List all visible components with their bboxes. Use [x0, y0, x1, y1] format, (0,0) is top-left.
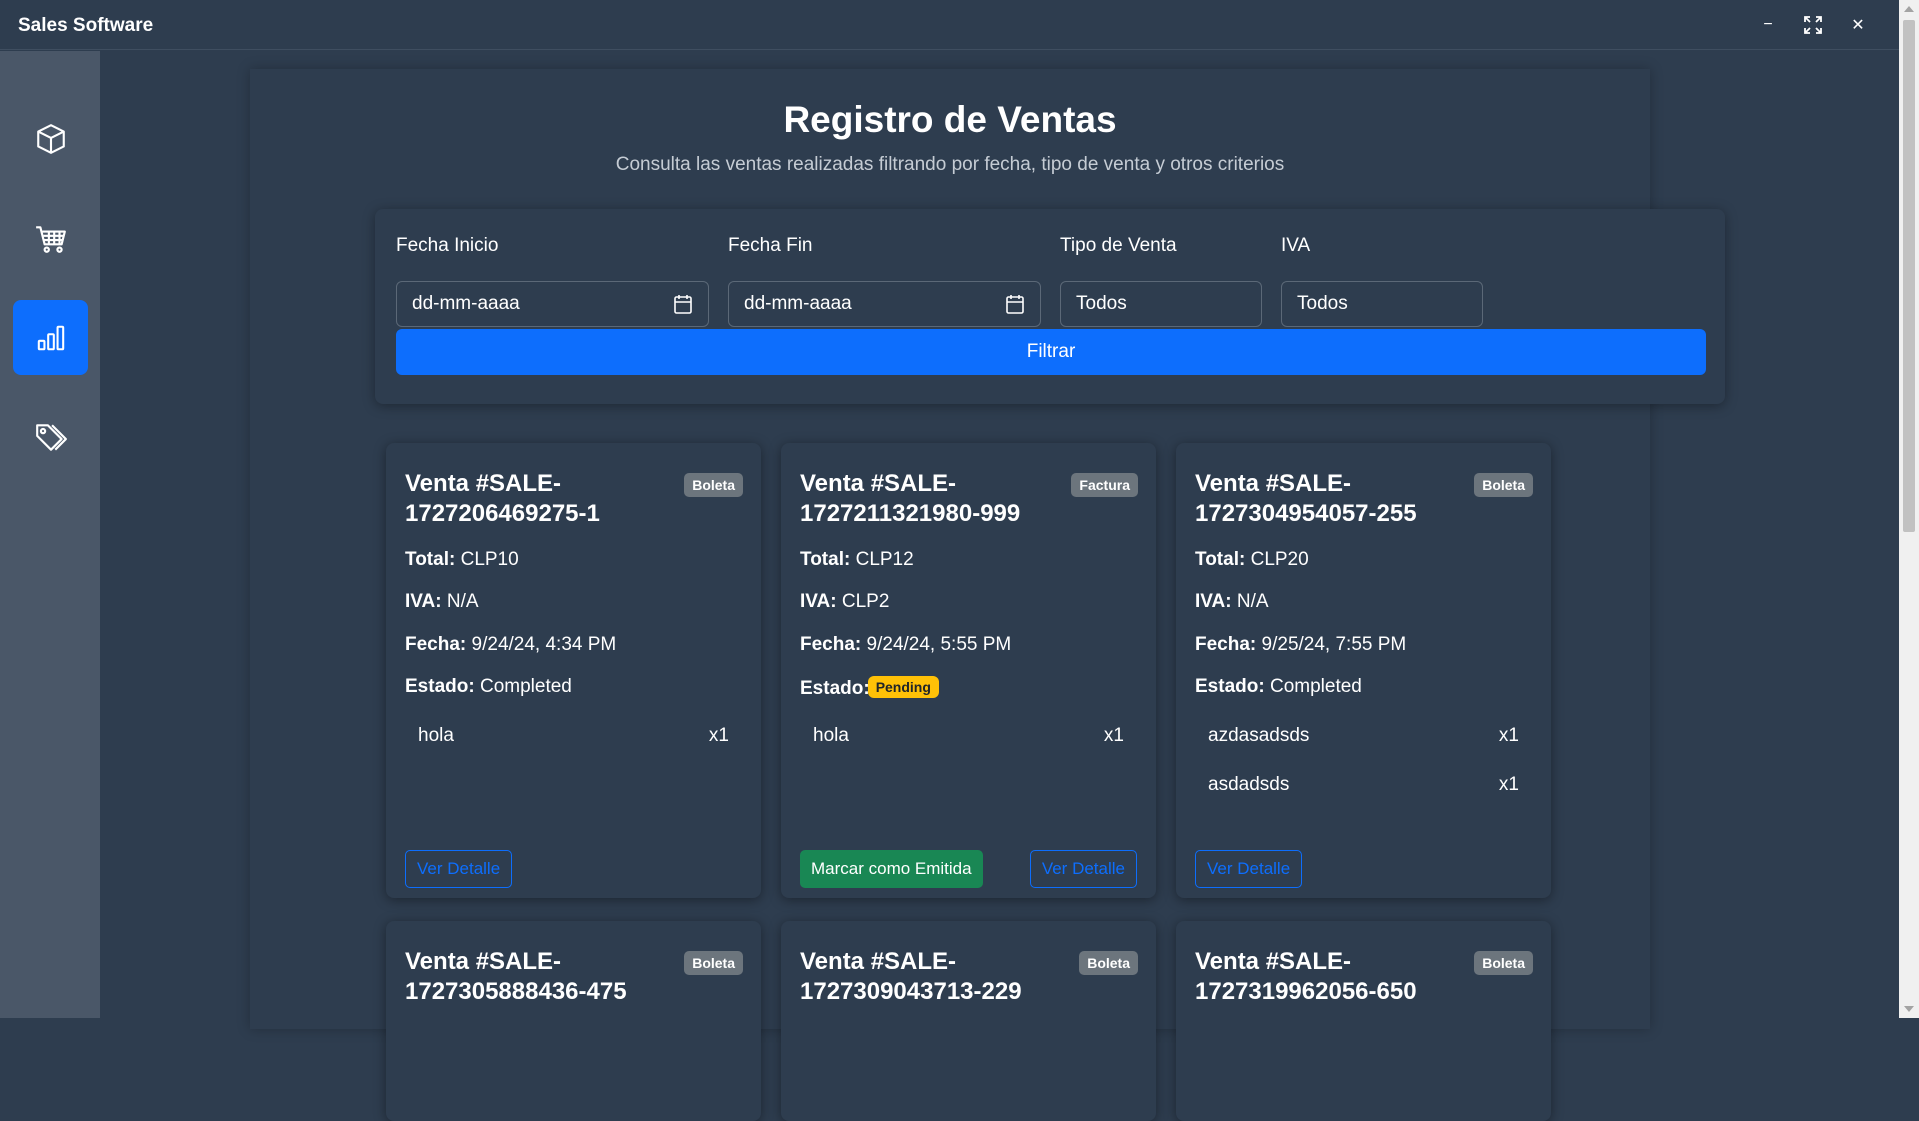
iva-select[interactable]: Todos — [1281, 281, 1483, 327]
iva-value: Todos — [1297, 293, 1348, 314]
item-qty: x1 — [708, 725, 729, 746]
sale-type-label: Tipo de Venta — [1060, 235, 1177, 256]
sale-type-badge: Factura — [1071, 473, 1138, 497]
sale-status: Estado: Completed — [1195, 676, 1362, 697]
sidebar-item-reports[interactable] — [13, 300, 88, 375]
sale-title: Venta #SALE-1727304954057-255 — [1195, 470, 1417, 527]
sale-date: Fecha: 9/24/24, 5:55 PM — [800, 634, 1012, 655]
page-title: Registro de Ventas — [783, 99, 1117, 140]
sale-card: Venta #SALE-1727319962056-650 Boleta — [1176, 921, 1551, 1121]
sale-title: Venta #SALE-1727319962056-650 — [1195, 948, 1417, 1005]
sale-status: Estado: Completed — [405, 676, 572, 697]
view-detail-button[interactable]: Ver Detalle — [1029, 850, 1137, 888]
list-item: hola x1 — [813, 725, 1124, 747]
page-subtitle: Consulta las ventas realizadas filtrando… — [615, 154, 1285, 175]
list-item: hola x1 — [418, 725, 729, 747]
calendar-icon[interactable] — [674, 294, 692, 314]
scroll-up-arrow[interactable] — [1904, 6, 1914, 12]
sale-card: Venta #SALE-1727206469275-1 Boleta Total… — [386, 443, 761, 898]
close-button[interactable]: ✕ — [1844, 12, 1872, 38]
filter-card: Fecha Inicio dd-mm-aaaa Fecha Fin dd-mm-… — [375, 209, 1725, 404]
sale-iva: IVA: N/A — [1195, 591, 1269, 612]
start-date-label: Fecha Inicio — [396, 235, 499, 256]
sale-type-badge: Boleta — [1474, 951, 1533, 975]
vertical-scrollbar[interactable] — [1899, 0, 1919, 1018]
sale-card: Venta #SALE-1727211321980-999 Factura To… — [781, 443, 1156, 898]
sale-type-badge: Boleta — [684, 951, 743, 975]
maximize-button[interactable] — [1799, 12, 1827, 38]
sale-type-select[interactable]: Todos — [1060, 281, 1262, 327]
sale-title: Venta #SALE-1727309043713-229 — [800, 948, 1022, 1005]
iva-label: IVA — [1281, 235, 1311, 256]
sale-date: Fecha: 9/25/24, 7:55 PM — [1195, 634, 1407, 655]
scroll-down-arrow[interactable] — [1904, 1006, 1914, 1012]
sales-panel: Registro de Ventas Consulta las ventas r… — [250, 69, 1725, 1121]
scroll-thumb[interactable] — [1903, 20, 1915, 532]
sidebar-item-tags[interactable] — [13, 400, 88, 475]
main-area: Registro de Ventas Consulta las ventas r… — [100, 51, 1899, 1121]
sidebar-item-products[interactable] — [13, 101, 88, 176]
sale-title: Venta #SALE-1727211321980-999 — [800, 470, 1021, 527]
sale-card: Venta #SALE-1727309043713-229 Boleta — [781, 921, 1156, 1121]
sidebar — [0, 51, 100, 1018]
cart-icon — [35, 225, 66, 253]
sale-date: Fecha: 9/24/24, 4:34 PM — [405, 634, 617, 655]
end-date-input[interactable]: dd-mm-aaaa — [728, 281, 1041, 327]
item-qty: x1 — [1103, 725, 1124, 746]
calendar-icon[interactable] — [1006, 294, 1024, 314]
item-name: hola — [813, 725, 849, 746]
end-date-value: dd-mm-aaaa — [744, 293, 852, 314]
start-date-value: dd-mm-aaaa — [412, 293, 520, 314]
view-detail-button[interactable]: Ver Detalle — [405, 850, 513, 888]
sale-total: Total: CLP12 — [800, 549, 914, 570]
app-title: Sales Software — [18, 15, 154, 36]
tags-icon — [35, 423, 67, 451]
box-icon — [36, 123, 65, 154]
sale-iva: IVA: CLP2 — [800, 591, 890, 612]
sale-card: Venta #SALE-1727305888436-475 Boleta — [386, 921, 761, 1121]
sale-type-badge: Boleta — [684, 473, 743, 497]
bar-chart-icon — [37, 325, 64, 350]
status-badge: Pending — [867, 676, 939, 698]
sale-card: Venta #SALE-1727304954057-255 Boleta Tot… — [1176, 443, 1551, 898]
sale-total: Total: CLP10 — [405, 549, 519, 570]
sale-title: Venta #SALE-1727206469275-1 — [405, 470, 600, 527]
sale-total: Total: CLP20 — [1195, 549, 1309, 570]
item-qty: x1 — [1498, 725, 1519, 746]
start-date-input[interactable]: dd-mm-aaaa — [396, 281, 709, 327]
title-bar: Sales Software − ✕ — [0, 0, 1919, 50]
sale-iva: IVA: N/A — [405, 591, 479, 612]
list-item: asdadsds x1 — [1208, 774, 1519, 796]
mark-emitted-button[interactable]: Marcar como Emitida — [800, 850, 983, 888]
filter-button[interactable]: Filtrar — [396, 329, 1706, 375]
list-item: azdasadsds x1 — [1208, 725, 1519, 747]
sidebar-item-cart[interactable] — [13, 201, 88, 276]
sale-status: Estado: Pending — [800, 676, 939, 700]
sale-title: Venta #SALE-1727305888436-475 — [405, 948, 627, 1005]
minimize-button[interactable]: − — [1754, 12, 1782, 38]
sale-type-badge: Boleta — [1079, 951, 1138, 975]
view-detail-button[interactable]: Ver Detalle — [1195, 850, 1303, 888]
end-date-label: Fecha Fin — [728, 235, 813, 256]
item-name: hola — [418, 725, 454, 746]
item-name: asdadsds — [1208, 774, 1290, 795]
sale-type-value: Todos — [1076, 293, 1127, 314]
sale-type-badge: Boleta — [1474, 473, 1533, 497]
maximize-icon — [1804, 16, 1822, 34]
item-qty: x1 — [1498, 774, 1519, 795]
item-name: azdasadsds — [1208, 725, 1310, 746]
